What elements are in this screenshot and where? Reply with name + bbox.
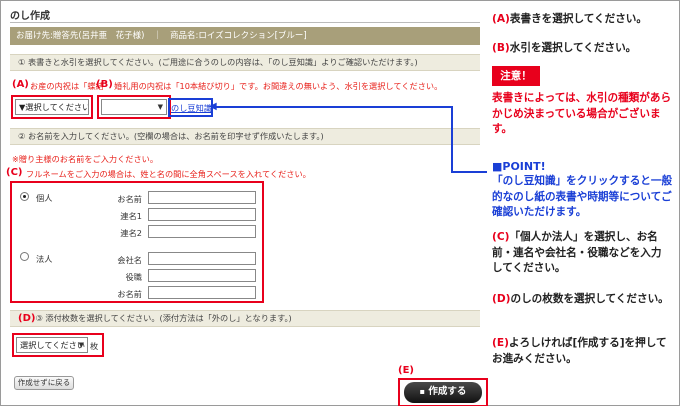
create-button[interactable]: ▪ 作成する (404, 382, 482, 403)
back-button[interactable]: 作成せずに戻る (14, 376, 74, 390)
ind-name-input[interactable] (148, 191, 256, 204)
chevron-down-icon: ▼ (78, 341, 84, 349)
point-connector-h2 (451, 171, 487, 173)
instruction-e-mark: (E) (492, 337, 509, 349)
create-button-label: 作成する (428, 386, 467, 397)
count-select[interactable]: 選択してください ▼ (16, 337, 88, 353)
section3-heading: (D)③ 添付枚数を選択してください。(添付方法は「外のし」となります。) (10, 310, 480, 327)
ind-joint2-label: 連名2 (120, 228, 142, 238)
point-connector-v (451, 106, 453, 172)
omote-select[interactable]: ▼選択してください (15, 99, 89, 115)
corp-company-label: 会社名 (117, 255, 142, 265)
fullname-note: フルネームをご入力の場合は、姓と名の間に全角スペースを入れてください。 (26, 169, 311, 179)
instruction-b-mark: (B) (492, 42, 510, 54)
note-b-text: 婚礼用の内祝は「10本結び切り」です。お間違えの無いよう、水引を選択してください… (114, 81, 443, 91)
corp-title-label: 役職 (125, 272, 142, 282)
noshi-form: のし作成 お届け先:贈答先(呂井亜 花子様) ｜ 商品名:ロイズコレクション[ブ… (6, 7, 488, 406)
corporate-radio[interactable] (20, 252, 29, 261)
instruction-e-text: よろしければ[作成する]を押してお進みください。 (492, 337, 667, 365)
corp-name-input[interactable] (148, 286, 256, 299)
point-text: 「のし豆知識」をクリックすると一般的なのし紙の表書や時期等についてご確認いただけ… (492, 175, 673, 218)
section1-heading: ① 表書きと水引を選択してください。(ご用途に合うのしの内容は、「のし豆知識」よ… (10, 54, 480, 71)
instruction-c-mark: (C) (492, 231, 510, 243)
point-title: ■POINT! (492, 160, 546, 173)
instruction-c-text: 「個人か法人」を選択し、お名前・連名や会社名・役職などを入力してください。 (492, 231, 662, 274)
noshi-knowledge-link[interactable]: のし豆知識 (171, 102, 212, 114)
note-c-mark: (C) (6, 167, 23, 178)
note-b-mark: (B) (96, 79, 113, 90)
corp-title-input[interactable] (148, 269, 256, 282)
point-connector-h1 (216, 106, 452, 108)
chevron-down-icon: ▼ (157, 103, 163, 111)
note-e-mark: (E) (398, 365, 414, 376)
destination-bar: お届け先:贈答先(呂井亜 花子様) ｜ 商品名:ロイズコレクション[ブルー] (10, 27, 480, 45)
count-unit: 枚 (90, 341, 99, 351)
section3-heading-text: ③ 添付枚数を選択してください。(添付方法は「外のし」となります。) (35, 313, 292, 323)
instruction-d-text: のしの枚数を選択してください。 (510, 293, 669, 305)
instruction-e: (E)よろしければ[作成する]を押してお進みください。 (492, 336, 672, 367)
warning-text: 表書きによっては、水引の種類があらかじめ決まっている場合がございます。 (492, 92, 672, 135)
section2-heading: ② お名前を入力してください。(空欄の場合は、お名前を印字せず作成いたします。) (10, 128, 480, 145)
corporate-label: 法人 (36, 254, 53, 264)
instruction-b-text: 水引を選択してください。 (509, 42, 637, 54)
individual-radio[interactable] (20, 192, 29, 201)
instruction-b: (B)水引を選択してください。 (492, 41, 636, 57)
sender-name-note: ※贈り主様のお名前をご入力ください。 (12, 154, 159, 164)
count-select-value: 選択してください (20, 340, 86, 350)
corp-company-input[interactable] (148, 252, 256, 265)
instruction-d-mark: (D) (492, 293, 511, 305)
arrow-left-icon: ◀ (209, 101, 217, 112)
omote-select-value: ▼選択してください (19, 102, 89, 112)
ind-joint2-input[interactable] (148, 225, 256, 238)
warning-badge: 注意！ (492, 66, 540, 86)
instruction-d: (D)のしの枚数を選択してください。 (492, 292, 672, 308)
instruction-panel: (A)表書きを選択してください。 (B)水引を選択してください。 注意！ 表書き… (484, 0, 680, 406)
note-a-text: お産の内祝は「蝶結 (30, 81, 104, 91)
create-icon: ▪ (419, 387, 426, 396)
instruction-a-text: 表書きを選択してください。 (509, 13, 647, 25)
note-d-mark: (D) (18, 313, 36, 324)
instruction-c: (C)「個人か法人」を選択し、お名前・連名や会社名・役職などを入力してください。 (492, 230, 672, 277)
individual-label: 個人 (36, 193, 53, 203)
note-a-mark: (A) (12, 79, 29, 90)
page-title: のし作成 (10, 11, 50, 22)
ind-joint1-input[interactable] (148, 208, 256, 221)
instruction-a-mark: (A) (492, 13, 510, 25)
corp-name-label: お名前 (117, 289, 142, 299)
ind-joint1-label: 連名1 (120, 211, 142, 221)
ind-name-label: お名前 (117, 194, 142, 204)
title-divider (10, 22, 480, 23)
instruction-a: (A)表書きを選択してください。 (492, 12, 647, 28)
mizuhiki-select[interactable]: ▼ (101, 99, 167, 115)
